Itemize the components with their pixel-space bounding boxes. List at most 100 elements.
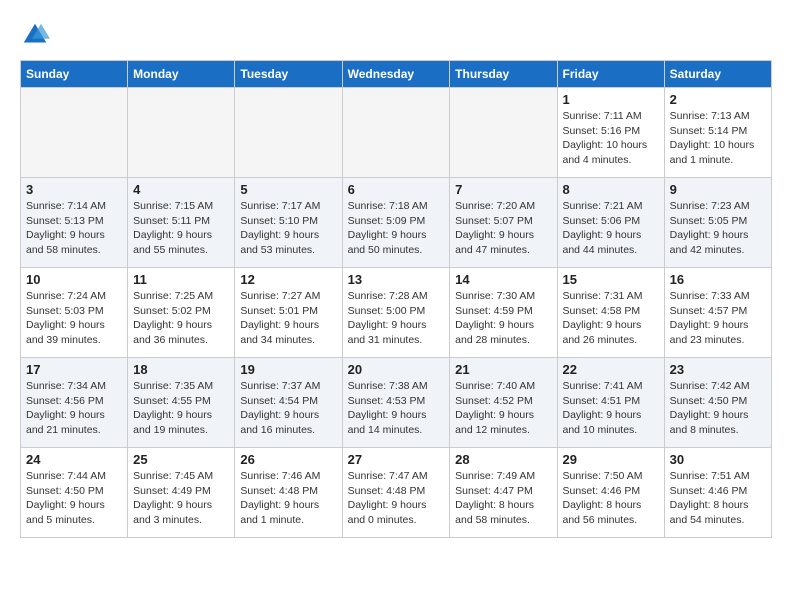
day-number: 9 bbox=[670, 182, 766, 197]
calendar-cell: 8 Sunrise: 7:21 AMSunset: 5:06 PMDaylight… bbox=[557, 178, 664, 268]
day-info: Sunrise: 7:46 AMSunset: 4:48 PMDaylight:… bbox=[240, 469, 336, 528]
day-info: Sunrise: 7:45 AMSunset: 4:49 PMDaylight:… bbox=[133, 469, 229, 528]
calendar-week-row: 10 Sunrise: 7:24 AMSunset: 5:03 PMDayligh… bbox=[21, 268, 772, 358]
calendar-cell: 7 Sunrise: 7:20 AMSunset: 5:07 PMDaylight… bbox=[450, 178, 557, 268]
calendar-cell: 5Sunrise: 7:17 AMSunset: 5:10 PMDaylight… bbox=[235, 178, 342, 268]
header bbox=[20, 20, 772, 50]
day-number: 15 bbox=[563, 272, 659, 287]
day-info: Sunrise: 7:49 AMSunset: 4:47 PMDaylight:… bbox=[455, 469, 551, 528]
day-number: 8 bbox=[563, 182, 659, 197]
day-info: Sunrise: 7:18 AMSunset: 5:09 PMDaylight:… bbox=[348, 199, 445, 258]
calendar-cell: 28 Sunrise: 7:49 AMSunset: 4:47 PMDayligh… bbox=[450, 448, 557, 538]
day-number: 29 bbox=[563, 452, 659, 467]
day-info: Sunrise: 7:21 AMSunset: 5:06 PMDaylight:… bbox=[563, 199, 659, 258]
day-number: 5 bbox=[240, 182, 336, 197]
day-info: Sunrise: 7:24 AMSunset: 5:03 PMDaylight:… bbox=[26, 289, 122, 348]
day-info: Sunrise: 7:31 AMSunset: 4:58 PMDaylight:… bbox=[563, 289, 659, 348]
day-info: Sunrise: 7:42 AMSunset: 4:50 PMDaylight:… bbox=[670, 379, 766, 438]
calendar-header-row: SundayMondayTuesdayWednesdayThursdayFrid… bbox=[21, 61, 772, 88]
weekday-header: Wednesday bbox=[342, 61, 450, 88]
day-number: 10 bbox=[26, 272, 122, 287]
calendar-cell: 21 Sunrise: 7:40 AMSunset: 4:52 PMDayligh… bbox=[450, 358, 557, 448]
day-number: 22 bbox=[563, 362, 659, 377]
day-number: 16 bbox=[670, 272, 766, 287]
day-number: 11 bbox=[133, 272, 229, 287]
calendar-cell: 3 Sunrise: 7:14 AMSunset: 5:13 PMDaylight… bbox=[21, 178, 128, 268]
calendar-cell: 24 Sunrise: 7:44 AMSunset: 4:50 PMDayligh… bbox=[21, 448, 128, 538]
calendar-cell: 16 Sunrise: 7:33 AMSunset: 4:57 PMDayligh… bbox=[664, 268, 771, 358]
day-number: 1 bbox=[563, 92, 659, 107]
weekday-header: Sunday bbox=[21, 61, 128, 88]
day-number: 17 bbox=[26, 362, 122, 377]
day-info: Sunrise: 7:37 AMSunset: 4:54 PMDaylight:… bbox=[240, 379, 336, 438]
calendar-cell: 11Sunrise: 7:25 AMSunset: 5:02 PMDayligh… bbox=[128, 268, 235, 358]
calendar-cell: 30 Sunrise: 7:51 AMSunset: 4:46 PMDayligh… bbox=[664, 448, 771, 538]
calendar-cell: 20 Sunrise: 7:38 AMSunset: 4:53 PMDayligh… bbox=[342, 358, 450, 448]
calendar-week-row: 3 Sunrise: 7:14 AMSunset: 5:13 PMDaylight… bbox=[21, 178, 772, 268]
calendar-week-row: 1 Sunrise: 7:11 AMSunset: 5:16 PMDaylight… bbox=[21, 88, 772, 178]
day-number: 24 bbox=[26, 452, 122, 467]
weekday-header: Friday bbox=[557, 61, 664, 88]
calendar-cell: 14Sunrise: 7:30 AMSunset: 4:59 PMDayligh… bbox=[450, 268, 557, 358]
day-info: Sunrise: 7:44 AMSunset: 4:50 PMDaylight:… bbox=[26, 469, 122, 528]
calendar-cell: 15 Sunrise: 7:31 AMSunset: 4:58 PMDayligh… bbox=[557, 268, 664, 358]
day-number: 4 bbox=[133, 182, 229, 197]
weekday-header: Thursday bbox=[450, 61, 557, 88]
day-info: Sunrise: 7:13 AMSunset: 5:14 PMDaylight:… bbox=[670, 109, 766, 168]
day-number: 23 bbox=[670, 362, 766, 377]
calendar-cell: 27 Sunrise: 7:47 AMSunset: 4:48 PMDayligh… bbox=[342, 448, 450, 538]
day-info: Sunrise: 7:27 AMSunset: 5:01 PMDaylight:… bbox=[240, 289, 336, 348]
calendar: SundayMondayTuesdayWednesdayThursdayFrid… bbox=[20, 60, 772, 538]
calendar-week-row: 24 Sunrise: 7:44 AMSunset: 4:50 PMDayligh… bbox=[21, 448, 772, 538]
calendar-cell: 23 Sunrise: 7:42 AMSunset: 4:50 PMDayligh… bbox=[664, 358, 771, 448]
day-info: Sunrise: 7:30 AMSunset: 4:59 PMDaylight:… bbox=[455, 289, 551, 348]
calendar-cell: 19 Sunrise: 7:37 AMSunset: 4:54 PMDayligh… bbox=[235, 358, 342, 448]
day-number: 3 bbox=[26, 182, 122, 197]
calendar-cell bbox=[128, 88, 235, 178]
logo bbox=[20, 20, 54, 50]
day-number: 7 bbox=[455, 182, 551, 197]
calendar-cell: 2Sunrise: 7:13 AMSunset: 5:14 PMDaylight… bbox=[664, 88, 771, 178]
day-info: Sunrise: 7:51 AMSunset: 4:46 PMDaylight:… bbox=[670, 469, 766, 528]
day-number: 30 bbox=[670, 452, 766, 467]
calendar-cell: 12Sunrise: 7:27 AMSunset: 5:01 PMDayligh… bbox=[235, 268, 342, 358]
day-number: 13 bbox=[348, 272, 445, 287]
day-number: 20 bbox=[348, 362, 445, 377]
day-number: 19 bbox=[240, 362, 336, 377]
day-info: Sunrise: 7:47 AMSunset: 4:48 PMDaylight:… bbox=[348, 469, 445, 528]
day-info: Sunrise: 7:20 AMSunset: 5:07 PMDaylight:… bbox=[455, 199, 551, 258]
calendar-cell bbox=[342, 88, 450, 178]
calendar-cell: 10 Sunrise: 7:24 AMSunset: 5:03 PMDayligh… bbox=[21, 268, 128, 358]
day-number: 6 bbox=[348, 182, 445, 197]
day-info: Sunrise: 7:40 AMSunset: 4:52 PMDaylight:… bbox=[455, 379, 551, 438]
day-info: Sunrise: 7:38 AMSunset: 4:53 PMDaylight:… bbox=[348, 379, 445, 438]
day-number: 21 bbox=[455, 362, 551, 377]
day-info: Sunrise: 7:11 AMSunset: 5:16 PMDaylight:… bbox=[563, 109, 659, 168]
day-info: Sunrise: 7:34 AMSunset: 4:56 PMDaylight:… bbox=[26, 379, 122, 438]
weekday-header: Tuesday bbox=[235, 61, 342, 88]
calendar-cell: 26 Sunrise: 7:46 AMSunset: 4:48 PMDayligh… bbox=[235, 448, 342, 538]
calendar-cell bbox=[235, 88, 342, 178]
day-info: Sunrise: 7:23 AMSunset: 5:05 PMDaylight:… bbox=[670, 199, 766, 258]
calendar-cell: 29 Sunrise: 7:50 AMSunset: 4:46 PMDayligh… bbox=[557, 448, 664, 538]
day-info: Sunrise: 7:28 AMSunset: 5:00 PMDaylight:… bbox=[348, 289, 445, 348]
day-info: Sunrise: 7:41 AMSunset: 4:51 PMDaylight:… bbox=[563, 379, 659, 438]
day-info: Sunrise: 7:15 AMSunset: 5:11 PMDaylight:… bbox=[133, 199, 229, 258]
calendar-cell: 6 Sunrise: 7:18 AMSunset: 5:09 PMDaylight… bbox=[342, 178, 450, 268]
weekday-header: Saturday bbox=[664, 61, 771, 88]
calendar-cell: 4 Sunrise: 7:15 AMSunset: 5:11 PMDaylight… bbox=[128, 178, 235, 268]
day-number: 18 bbox=[133, 362, 229, 377]
calendar-cell bbox=[450, 88, 557, 178]
day-number: 28 bbox=[455, 452, 551, 467]
day-info: Sunrise: 7:35 AMSunset: 4:55 PMDaylight:… bbox=[133, 379, 229, 438]
weekday-header: Monday bbox=[128, 61, 235, 88]
calendar-cell: 1 Sunrise: 7:11 AMSunset: 5:16 PMDaylight… bbox=[557, 88, 664, 178]
calendar-cell: 9 Sunrise: 7:23 AMSunset: 5:05 PMDaylight… bbox=[664, 178, 771, 268]
day-number: 26 bbox=[240, 452, 336, 467]
day-info: Sunrise: 7:33 AMSunset: 4:57 PMDaylight:… bbox=[670, 289, 766, 348]
day-info: Sunrise: 7:14 AMSunset: 5:13 PMDaylight:… bbox=[26, 199, 122, 258]
calendar-cell: 22 Sunrise: 7:41 AMSunset: 4:51 PMDayligh… bbox=[557, 358, 664, 448]
day-number: 27 bbox=[348, 452, 445, 467]
day-number: 25 bbox=[133, 452, 229, 467]
day-info: Sunrise: 7:50 AMSunset: 4:46 PMDaylight:… bbox=[563, 469, 659, 528]
